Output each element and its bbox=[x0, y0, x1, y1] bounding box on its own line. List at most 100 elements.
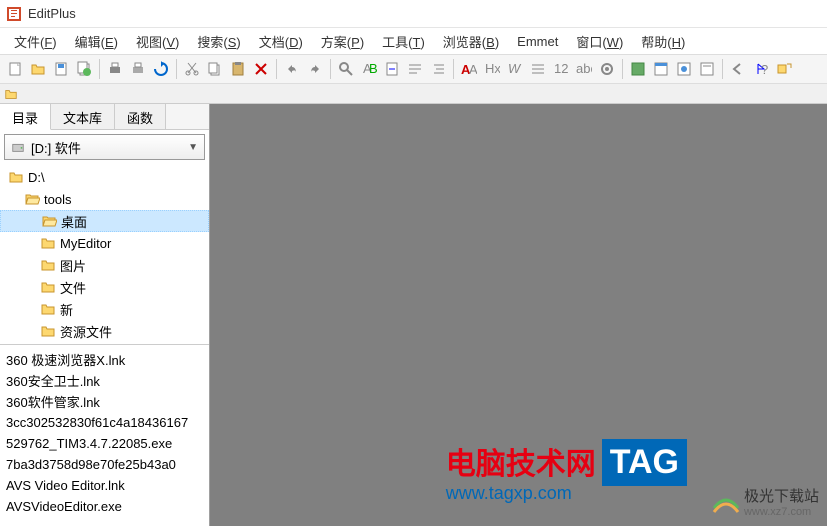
svg-text:B: B bbox=[369, 61, 377, 76]
file-item[interactable]: 3cc302532830f61c4a18436167 bbox=[4, 412, 205, 433]
redo-icon[interactable] bbox=[304, 58, 326, 80]
tabbar bbox=[0, 84, 827, 104]
line-icon[interactable] bbox=[527, 58, 549, 80]
folder-tree: D:\ tools 桌面 MyEditor 图片文件新资源文件 bbox=[0, 164, 209, 345]
app-title: EditPlus bbox=[28, 6, 76, 21]
menu-browser[interactable]: 浏览器(B) bbox=[435, 29, 507, 54]
chevron-down-icon: ▼ bbox=[188, 142, 198, 153]
folder-icon bbox=[40, 279, 56, 295]
tree-item[interactable]: tools bbox=[0, 188, 209, 210]
tree-item-label: D:\ bbox=[28, 170, 45, 185]
hex-icon[interactable]: Hx bbox=[481, 58, 503, 80]
file-item[interactable]: 529762_TIM3.4.7.22085.exe bbox=[4, 433, 205, 454]
wordwrap-icon[interactable] bbox=[404, 58, 426, 80]
svg-text:123: 123 bbox=[554, 61, 569, 76]
print-preview-icon[interactable] bbox=[127, 58, 149, 80]
tree-item-label: 桌面 bbox=[61, 212, 87, 231]
preview-icon[interactable] bbox=[696, 58, 718, 80]
menu-help[interactable]: 帮助(H) bbox=[633, 29, 693, 54]
file-item[interactable]: 360软件管家.lnk bbox=[4, 391, 205, 412]
folder-icon bbox=[40, 235, 56, 251]
menu-view[interactable]: 视图(V) bbox=[128, 29, 187, 54]
svg-text:W: W bbox=[508, 61, 522, 76]
template-icon[interactable] bbox=[650, 58, 672, 80]
goto-icon[interactable] bbox=[381, 58, 403, 80]
svg-text:abc: abc bbox=[576, 61, 592, 76]
menu-tools[interactable]: 工具(T) bbox=[374, 29, 433, 54]
menu-edit[interactable]: 编辑(E) bbox=[67, 29, 126, 54]
open-icon[interactable] bbox=[27, 58, 49, 80]
svg-text:A: A bbox=[469, 62, 477, 77]
sidebar-tabs: 目录 文本库 函数 bbox=[0, 104, 209, 130]
file-list: 360 极速浏览器X.lnk360安全卫士.lnk360软件管家.lnk3cc3… bbox=[0, 345, 209, 526]
drive-icon bbox=[11, 140, 25, 154]
save-icon[interactable] bbox=[50, 58, 72, 80]
watermark-text2: 极光下载站 bbox=[744, 485, 819, 506]
copy-icon[interactable] bbox=[204, 58, 226, 80]
menu-emmet[interactable]: Emmet bbox=[509, 31, 566, 52]
file-item[interactable]: AVS Video Editor.lnk bbox=[4, 475, 205, 496]
aurora-icon bbox=[712, 488, 740, 516]
drive-tab-icon[interactable] bbox=[4, 87, 18, 101]
menu-window[interactable]: 窗口(W) bbox=[568, 29, 631, 54]
tree-item[interactable]: D:\ bbox=[0, 166, 209, 188]
drive-select-text: [D:] 软件 bbox=[31, 138, 188, 157]
web-icon[interactable]: W bbox=[504, 58, 526, 80]
file-item[interactable]: 360 极速浏览器X.lnk bbox=[4, 349, 205, 370]
browser-icon[interactable] bbox=[673, 58, 695, 80]
tree-item-label: 资源文件 bbox=[60, 322, 112, 341]
save-all-icon[interactable] bbox=[73, 58, 95, 80]
folder-icon bbox=[40, 301, 56, 317]
settings-icon[interactable] bbox=[596, 58, 618, 80]
font-icon[interactable]: AA bbox=[458, 58, 480, 80]
svg-text:Hx: Hx bbox=[485, 61, 500, 76]
drive-select[interactable]: [D:] 软件 ▼ bbox=[4, 134, 205, 160]
menubar: 文件(F) 编辑(E) 视图(V) 搜索(S) 文档(D) 方案(P) 工具(T… bbox=[0, 28, 827, 54]
tree-item[interactable]: 资源文件 bbox=[0, 320, 209, 342]
launch-icon[interactable] bbox=[773, 58, 795, 80]
tree-item-label: MyEditor bbox=[60, 236, 111, 251]
tab-directory[interactable]: 目录 bbox=[0, 104, 51, 130]
folder-open-icon bbox=[41, 213, 57, 229]
help-icon[interactable]: ? bbox=[750, 58, 772, 80]
prev-icon[interactable] bbox=[727, 58, 749, 80]
menu-project[interactable]: 方案(P) bbox=[313, 29, 372, 54]
new-icon[interactable] bbox=[4, 58, 26, 80]
sidebar: 目录 文本库 函数 [D:] 软件 ▼ D:\ tools 桌面 MyEditor 图片… bbox=[0, 104, 210, 526]
spellcheck-icon[interactable] bbox=[627, 58, 649, 80]
tree-item-label: 文件 bbox=[60, 278, 86, 297]
menu-search[interactable]: 搜索(S) bbox=[189, 29, 248, 54]
indent-icon[interactable] bbox=[427, 58, 449, 80]
folder-open-icon bbox=[24, 191, 40, 207]
delete-icon[interactable] bbox=[250, 58, 272, 80]
tree-item[interactable]: 图片 bbox=[0, 254, 209, 276]
file-item[interactable]: 360安全卫士.lnk bbox=[4, 370, 205, 391]
undo-icon[interactable] bbox=[281, 58, 303, 80]
folder-icon bbox=[8, 169, 24, 185]
ruler-icon[interactable]: 123 bbox=[550, 58, 572, 80]
tab-cliptext[interactable]: 文本库 bbox=[51, 104, 115, 129]
menu-document[interactable]: 文档(D) bbox=[251, 29, 311, 54]
print-icon[interactable] bbox=[104, 58, 126, 80]
column-icon[interactable]: abc bbox=[573, 58, 595, 80]
tree-item-label: 新 bbox=[60, 300, 73, 319]
watermark-xz7: 极光下载站 www.xz7.com bbox=[712, 485, 819, 518]
watermark-tag: TAG bbox=[602, 439, 687, 486]
tree-item[interactable]: 新 bbox=[0, 298, 209, 320]
watermark-text1: 电脑技术网 bbox=[446, 439, 596, 483]
cut-icon[interactable] bbox=[181, 58, 203, 80]
replace-icon[interactable]: AB bbox=[358, 58, 380, 80]
reload-icon[interactable] bbox=[150, 58, 172, 80]
file-item[interactable]: AVSVideoEditor.exe bbox=[4, 496, 205, 517]
paste-icon[interactable] bbox=[227, 58, 249, 80]
file-item[interactable]: 7ba3d3758d98e70fe25b43a0 bbox=[4, 454, 205, 475]
tab-functions[interactable]: 函数 bbox=[115, 104, 166, 129]
menu-file[interactable]: 文件(F) bbox=[6, 29, 65, 54]
folder-icon bbox=[40, 323, 56, 339]
app-icon bbox=[6, 6, 22, 22]
tree-item-label: tools bbox=[44, 192, 71, 207]
tree-item[interactable]: 桌面 bbox=[0, 210, 209, 232]
tree-item[interactable]: 文件 bbox=[0, 276, 209, 298]
tree-item[interactable]: MyEditor bbox=[0, 232, 209, 254]
find-icon[interactable] bbox=[335, 58, 357, 80]
